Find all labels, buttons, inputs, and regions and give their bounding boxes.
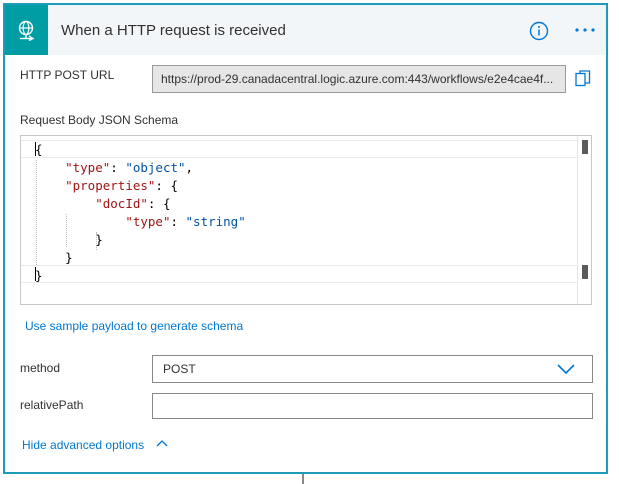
- globe-request-icon: [18, 20, 34, 41]
- code-token: "docId": [95, 196, 148, 211]
- flow-connector: [302, 474, 304, 484]
- code-token: }: [35, 232, 103, 247]
- code-line: {: [35, 141, 43, 159]
- card-title: When a HTTP request is received: [61, 22, 286, 39]
- http-trigger-card: When a HTTP request is received HTTP POS…: [3, 3, 608, 474]
- code-token: : {: [147, 196, 171, 211]
- code-token: }: [35, 250, 73, 265]
- code-line: "docId": {: [35, 195, 170, 213]
- code-token: "properties": [65, 178, 156, 193]
- code-token: ,: [185, 160, 194, 175]
- chevron-up-icon[interactable]: [156, 439, 168, 447]
- method-label: method: [20, 361, 61, 375]
- code-token: "type": [125, 214, 171, 229]
- code-token: :: [170, 214, 186, 229]
- relative-path-input[interactable]: [152, 393, 593, 419]
- text-caret: [35, 142, 36, 156]
- card-header[interactable]: When a HTTP request is received: [5, 5, 606, 55]
- code-line: }: [35, 267, 43, 285]
- schema-scrollbar[interactable]: [577, 136, 591, 304]
- code-token: "object": [125, 160, 186, 175]
- code-token: "type": [65, 160, 111, 175]
- code-line: }: [35, 249, 73, 267]
- chevron-down-icon: [557, 364, 575, 375]
- ellipsis-icon[interactable]: [573, 20, 597, 40]
- schema-label: Request Body JSON Schema: [20, 113, 179, 127]
- scrollbar-marker: [582, 265, 588, 279]
- current-line-highlight: [21, 265, 577, 283]
- code-token: :: [110, 160, 126, 175]
- code-token: "string": [185, 214, 246, 229]
- text-caret: [35, 267, 36, 281]
- info-icon[interactable]: [529, 21, 549, 41]
- code-token: }: [35, 268, 43, 283]
- use-sample-payload-link[interactable]: Use sample payload to generate schema: [25, 319, 243, 333]
- copy-icon[interactable]: [575, 70, 591, 88]
- code-token: : {: [155, 178, 178, 193]
- code-line: "properties": {: [35, 177, 178, 195]
- scrollbar-marker: [582, 140, 588, 154]
- schema-editor[interactable]: { "type": "object", "properties": { "doc…: [20, 135, 592, 305]
- code-token: {: [35, 142, 43, 157]
- relative-path-label: relativePath: [20, 398, 84, 412]
- http-post-url-field[interactable]: https://prod-29.canadacentral.logic.azur…: [152, 65, 566, 93]
- method-select[interactable]: POST: [152, 355, 593, 383]
- trigger-icon-tile: [5, 5, 48, 55]
- current-line-highlight: [21, 140, 577, 158]
- code-line: "type": "string": [35, 213, 246, 231]
- code-line: "type": "object",: [35, 159, 193, 177]
- hide-advanced-options-link[interactable]: Hide advanced options: [22, 438, 144, 452]
- method-selected-value: POST: [163, 362, 196, 376]
- http-post-url-label: HTTP POST URL: [20, 68, 115, 82]
- code-line: }: [35, 231, 103, 249]
